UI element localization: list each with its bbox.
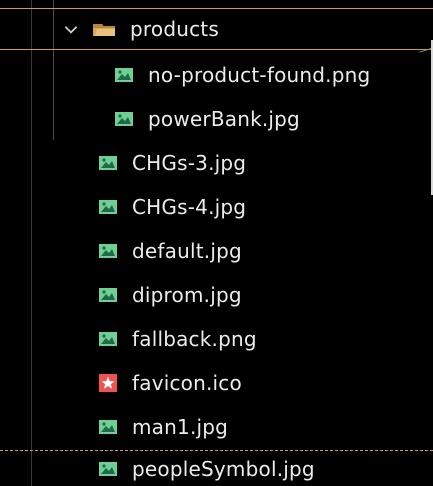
folder-label: products	[130, 17, 219, 41]
image-icon	[115, 68, 133, 82]
file-item-man1[interactable]: man1.jpg	[0, 405, 433, 449]
file-label: peopleSymbol.jpg	[132, 456, 315, 481]
file-item-diprom[interactable]: diprom.jpg	[0, 273, 433, 317]
image-icon	[99, 288, 117, 302]
file-label: CHGs-4.jpg	[132, 195, 247, 219]
file-label: no-product-found.png	[148, 63, 371, 87]
file-item-chgs-3[interactable]: CHGs-3.jpg	[0, 141, 433, 185]
folder-row-products[interactable]: products	[0, 8, 433, 50]
image-icon	[99, 332, 117, 346]
favicon-icon	[99, 374, 117, 392]
file-item-default[interactable]: default.jpg	[0, 229, 433, 273]
folder-icon	[93, 24, 115, 36]
file-item-chgs-4[interactable]: CHGs-4.jpg	[0, 185, 433, 229]
file-item-fallback[interactable]: fallback.png	[0, 317, 433, 361]
file-item-peoplesymbol[interactable]: peopleSymbol.jpg	[0, 450, 433, 486]
image-icon	[99, 156, 117, 170]
chevron-down-icon[interactable]	[62, 20, 80, 38]
file-label: man1.jpg	[132, 415, 229, 439]
image-icon	[99, 461, 117, 476]
file-item-powerbank[interactable]: powerBank.jpg	[0, 97, 433, 141]
file-item-favicon[interactable]: favicon.ico	[0, 361, 433, 405]
file-label: CHGs-3.jpg	[132, 151, 247, 175]
file-label: favicon.ico	[132, 371, 242, 395]
file-label: powerBank.jpg	[148, 107, 300, 131]
file-label: diprom.jpg	[132, 283, 242, 307]
image-icon	[99, 420, 117, 434]
image-icon	[115, 112, 133, 126]
image-icon	[99, 244, 117, 258]
file-item-no-product-found[interactable]: no-product-found.png	[0, 53, 433, 97]
image-icon	[99, 200, 117, 214]
file-explorer: products no-product-found.png powerBank.…	[0, 0, 433, 486]
file-label: default.jpg	[132, 239, 242, 263]
file-label: fallback.png	[132, 327, 257, 351]
